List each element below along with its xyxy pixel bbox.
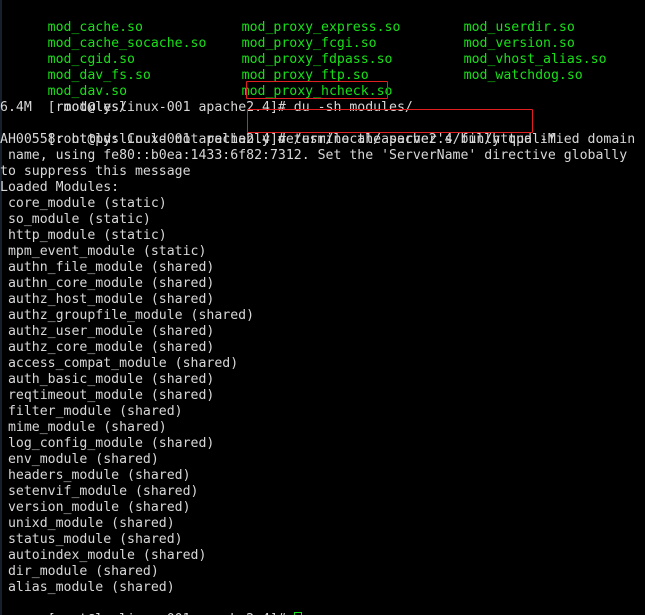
loaded-module-item: so_module (static): [0, 212, 151, 227]
so-file-name: mod_dav.so: [47, 84, 128, 99]
loaded-module-item: env_module (shared): [0, 452, 159, 467]
so-file-name: mod_cache_socache.so: [47, 36, 207, 51]
so-listing-row: mod_cache.so mod_proxy_express.so mod_user…: [0, 4, 645, 35]
loaded-module-item: reqtimeout_module (shared): [0, 388, 215, 403]
loaded-module-item: auth_basic_module (shared): [0, 372, 215, 387]
loaded-module-item: core_module (static): [0, 196, 167, 211]
warning-line-2: name, using fe80::b0ea:1433:6f82:7312. S…: [0, 148, 628, 163]
loaded-module-item: authz_groupfile_module (shared): [0, 308, 255, 323]
so-file-name: mod_cgid.so: [47, 52, 135, 67]
loaded-module-item: mime_module (shared): [0, 420, 167, 435]
loaded-module-item: dir_module (shared): [0, 564, 159, 579]
so-file-name: mod_proxy_express.so: [241, 20, 401, 35]
loaded-module-item: status_module (shared): [0, 532, 183, 547]
loaded-module-item: authz_core_module (shared): [0, 340, 215, 355]
so-file-name: mod_proxy_fcgi.so: [241, 36, 377, 51]
loaded-module-item: alias_module (shared): [0, 580, 175, 595]
loaded-module-item: authz_host_module (shared): [0, 292, 215, 307]
loaded-module-item: http_module (static): [0, 228, 167, 243]
so-file-name: mod_version.so: [463, 36, 575, 51]
loaded-module-item: filter_module (shared): [0, 404, 183, 419]
so-file-name: mod_cache.so: [47, 20, 143, 35]
loaded-module-item: authn_core_module (shared): [0, 276, 215, 291]
loaded-module-item: mpm_event_module (static): [0, 244, 207, 259]
command-text-du[interactable]: du -sh modules/: [294, 100, 413, 115]
loaded-module-item: access_compat_module (shared): [0, 356, 239, 371]
terminal-screen: mod_cache_disk.somod_proxy_connect.somod…: [0, 0, 645, 615]
loaded-module-item: unixd_module (shared): [0, 516, 175, 531]
command-line-httpd[interactable]: [root@lyslinux-001 apache2.4]# /usr/loca…: [0, 116, 645, 147]
loaded-modules-header: Loaded Modules:: [0, 180, 120, 195]
so-file-name: mod_proxy_ftp.so: [241, 68, 369, 83]
loaded-module-item: autoindex_module (shared): [0, 548, 207, 563]
loaded-module-item: setenvif_module (shared): [0, 484, 199, 499]
so-file-name: mod_proxy_fdpass.so: [241, 52, 393, 67]
final-prompt-line[interactable]: [root@lyslinux-001 apache2.4]#: [0, 596, 645, 615]
loaded-module-item: authn_file_module (shared): [0, 260, 215, 275]
so-file-name: mod_vhost_alias.so: [463, 52, 607, 67]
so-file-name: mod_userdir.so: [463, 20, 575, 35]
so-file-name: mod_proxy_hcheck.so: [241, 84, 393, 99]
terminal-window[interactable]: mod_cache_disk.somod_proxy_connect.somod…: [0, 0, 645, 615]
so-file-name: mod_watchdog.so: [463, 68, 583, 83]
warning-line-3: to suppress this message: [0, 164, 191, 179]
loaded-module-item: log_config_module (shared): [0, 436, 215, 451]
warning-line-1: AH00558: httpd: Could not reliably deter…: [0, 132, 636, 147]
loaded-module-item: authz_user_module (shared): [0, 324, 215, 339]
so-file-name: mod_dav_fs.so: [47, 68, 151, 83]
loaded-module-item: version_module (shared): [0, 500, 191, 515]
loaded-module-item: headers_module (shared): [0, 468, 191, 483]
